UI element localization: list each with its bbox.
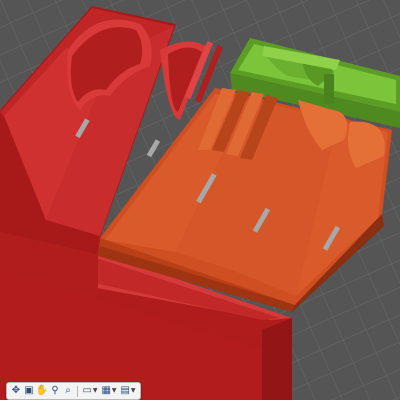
- chevron-down-icon: ▼: [92, 387, 98, 394]
- toolbar-divider: [77, 385, 78, 397]
- grid-snaps-icon: ▦: [101, 385, 111, 396]
- display-settings-button[interactable]: ▭ ▼: [81, 384, 99, 398]
- chevron-down-icon: ▼: [130, 387, 136, 394]
- chevron-down-icon: ▼: [111, 387, 117, 394]
- viewports-button[interactable]: ▤ ▼: [119, 384, 137, 398]
- navigation-bar: ✥ ▣ ✋ ⚲ ⌕ ▭ ▼ ▦ ▼ ▤ ▼: [6, 382, 141, 400]
- zoom-icon[interactable]: ⚲: [49, 384, 61, 398]
- grid-snaps-button[interactable]: ▦ ▼: [100, 384, 118, 398]
- display-settings-icon: ▭: [82, 385, 92, 396]
- zoom-window-icon[interactable]: ⌕: [62, 384, 74, 398]
- viewports-icon: ▤: [120, 385, 130, 396]
- look-at-icon[interactable]: ▣: [23, 384, 35, 398]
- pan-hand-icon[interactable]: ✋: [36, 384, 48, 398]
- 3d-viewport[interactable]: [0, 0, 400, 400]
- orbit-icon[interactable]: ✥: [10, 384, 22, 398]
- viewport-canvas[interactable]: [0, 0, 400, 400]
